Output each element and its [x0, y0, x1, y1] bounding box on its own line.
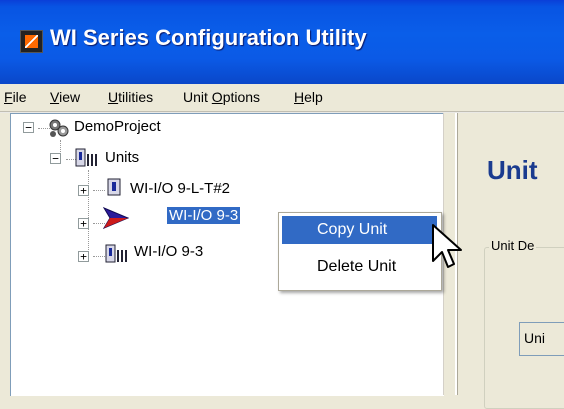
unit-field-text: Uni — [524, 330, 546, 346]
arrow-pointer-icon — [103, 207, 129, 229]
tree-node-unit[interactable]: WI-I/O 9-3 — [132, 243, 205, 260]
tree-line — [88, 170, 89, 258]
panel-heading: Unit — [487, 155, 538, 185]
menu-help[interactable]: Help — [294, 89, 323, 105]
tree-line — [93, 190, 105, 191]
unit-device-icon — [107, 178, 121, 196]
menu-unit-options[interactable]: Unit Options — [183, 89, 260, 105]
app-icon — [20, 30, 43, 53]
window-title: WI Series Configuration Utility — [50, 25, 367, 50]
groupbox-label: Unit De — [489, 238, 537, 253]
delete-unit-menu-item[interactable]: Delete Unit — [282, 253, 437, 281]
menu-bar: File View Utilities Unit Options Help — [0, 84, 564, 111]
copy-unit-menu-item[interactable]: Copy Unit — [282, 216, 437, 244]
mouse-cursor-icon — [432, 224, 462, 268]
expand-unit-button[interactable]: + — [78, 185, 89, 196]
tree-line — [93, 256, 105, 257]
collapse-units-button[interactable]: − — [50, 153, 61, 164]
tree-node-units[interactable]: Units — [103, 149, 141, 166]
project-gears-icon — [49, 119, 69, 137]
menu-file[interactable]: File — [4, 89, 27, 105]
tree-node-unit[interactable]: WI-I/O 9-L-T#2 — [128, 180, 232, 197]
tree-node-project[interactable]: DemoProject — [72, 118, 163, 135]
units-folder-icon — [105, 244, 127, 263]
expand-unit-button[interactable]: + — [78, 218, 89, 229]
title-bar[interactable]: WI Series Configuration Utility — [0, 0, 564, 84]
menu-utilities[interactable]: Utilities — [108, 89, 153, 105]
collapse-project-button[interactable]: − — [23, 122, 34, 133]
menu-view[interactable]: View — [50, 89, 80, 105]
expand-unit-button[interactable]: + — [78, 251, 89, 262]
context-menu: Copy Unit Delete Unit — [278, 212, 442, 291]
units-folder-icon — [75, 148, 97, 167]
tree-node-unit-selected[interactable]: WI-I/O 9-3 — [167, 207, 241, 224]
